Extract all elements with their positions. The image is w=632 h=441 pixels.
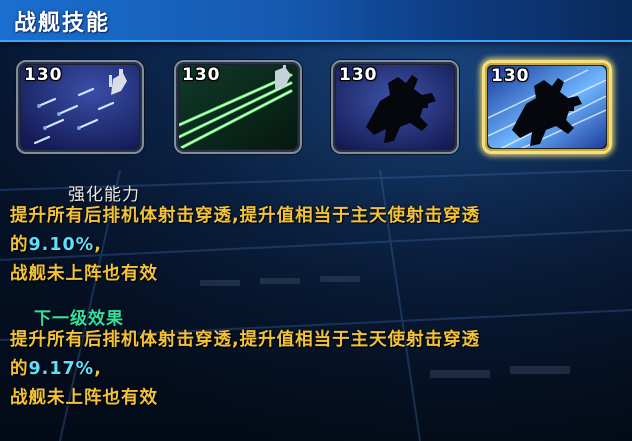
skill-slot-2[interactable]: 130 xyxy=(174,60,302,154)
skill-slot-3[interactable]: 130 xyxy=(331,60,459,154)
current-effect-value: 9.10% xyxy=(28,235,95,255)
title-bar: 战舰技能 xyxy=(0,0,632,42)
skill-level: 130 xyxy=(24,65,63,85)
skill-slot-1[interactable]: 130 xyxy=(16,60,144,154)
current-effect-line-1: 提升所有后排机体射击穿透,提升值相当于主天使射击穿透 xyxy=(10,206,481,226)
skill-level: 130 xyxy=(182,65,221,85)
next-level-line-2: 的9.17%, xyxy=(10,359,102,379)
skill-level: 130 xyxy=(339,65,378,85)
skill-slot-4[interactable]: 130 xyxy=(482,60,612,154)
next-level-line-3: 战舰未上阵也有效 xyxy=(10,388,158,408)
page-title: 战舰技能 xyxy=(14,11,111,36)
current-effect-line-3: 战舰未上阵也有效 xyxy=(10,264,158,284)
current-effect-description: 提升所有后排机体射击穿透,提升值相当于主天使射击穿透 的9.10%, 战舰未上阵… xyxy=(10,202,480,289)
current-effect-line-2: 的9.10%, xyxy=(10,235,102,255)
skill-level: 130 xyxy=(491,66,530,86)
next-level-line-1: 提升所有后排机体射击穿透,提升值相当于主天使射击穿透 xyxy=(10,330,481,350)
next-level-value: 9.17% xyxy=(28,359,95,379)
next-level-description: 提升所有后排机体射击穿透,提升值相当于主天使射击穿透 的9.17%, 战舰未上阵… xyxy=(10,326,480,413)
skill-list: 130 130 130 130 xyxy=(16,60,616,158)
